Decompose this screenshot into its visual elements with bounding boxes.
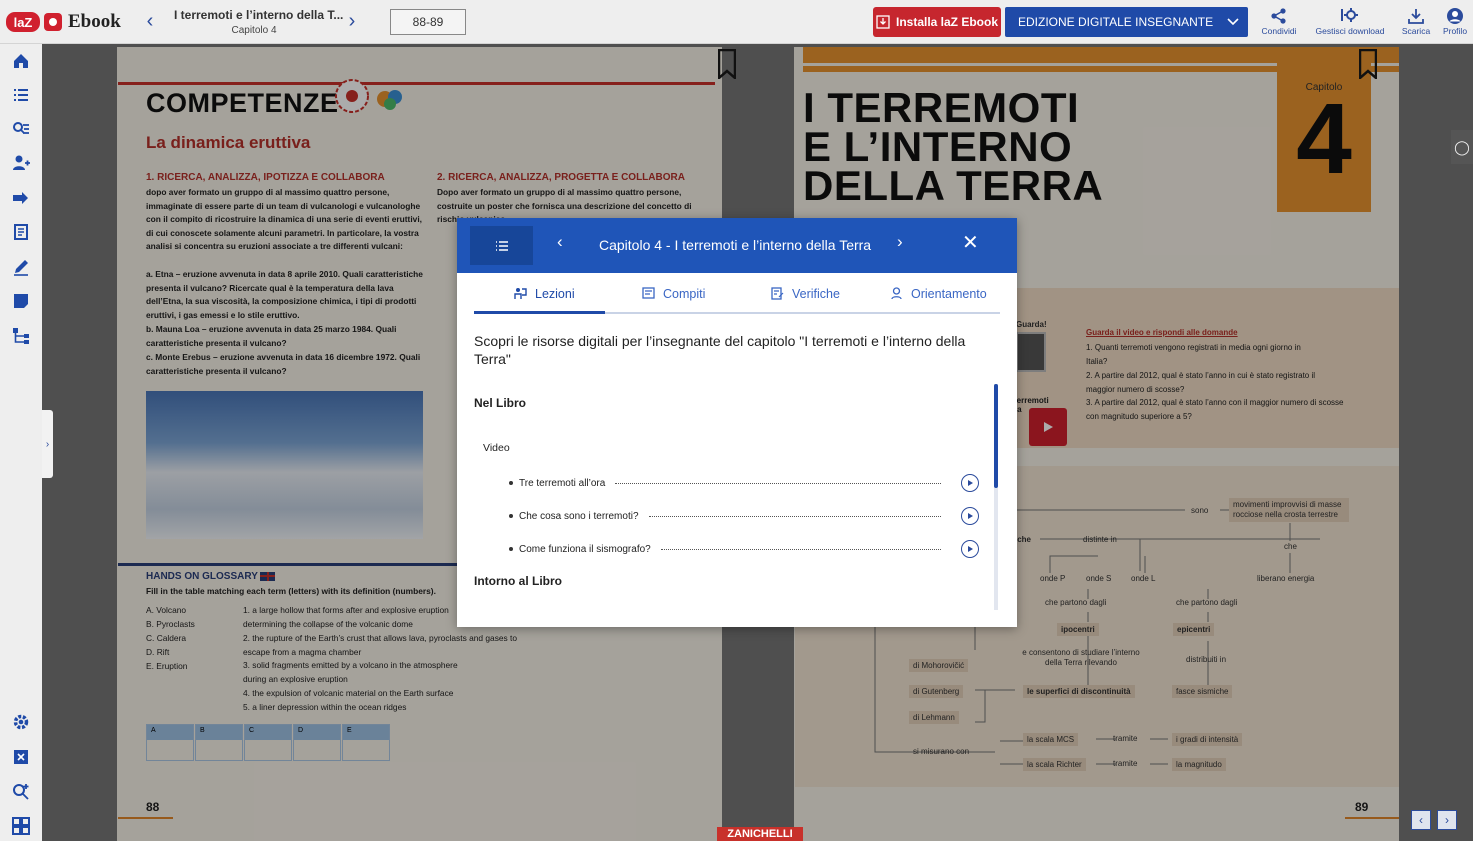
app-name: Ebook xyxy=(68,11,121,32)
tab-verifiche[interactable]: Verifiche xyxy=(771,273,840,314)
profile-icon xyxy=(1447,8,1463,24)
close-icon[interactable]: ✕ xyxy=(962,230,979,255)
manage-download-icon xyxy=(1341,8,1358,22)
share-label: Condividi xyxy=(1261,26,1297,36)
modal-menu-button[interactable] xyxy=(470,226,533,265)
previous-page-button[interactable]: ‹ xyxy=(140,10,160,33)
tab-lezioni[interactable]: Lezioni xyxy=(514,273,575,314)
list-icon[interactable] xyxy=(11,85,31,105)
modal-next-chapter-button[interactable]: › xyxy=(897,232,903,252)
pen-icon[interactable] xyxy=(11,257,31,277)
tab-label: Compiti xyxy=(663,286,706,301)
menu-list-icon xyxy=(495,240,508,251)
subsection-heading: Video xyxy=(483,442,510,454)
leader-dots xyxy=(648,515,941,517)
left-sidebar xyxy=(0,44,42,841)
play-icon[interactable] xyxy=(961,474,979,492)
bullet-icon xyxy=(509,514,513,518)
tests-icon xyxy=(771,287,784,300)
manage-download-button[interactable]: Gestisci download xyxy=(1310,6,1390,36)
search-list-icon[interactable] xyxy=(11,119,31,139)
scrollbar-thumb[interactable] xyxy=(994,384,998,488)
install-label: Installa laZ Ebook xyxy=(895,15,999,29)
app-logo[interactable]: laZ Ebook xyxy=(6,11,121,33)
play-icon[interactable] xyxy=(961,540,979,558)
ebook-logo-icon xyxy=(44,13,62,31)
active-tab-indicator xyxy=(474,311,605,314)
profile-button[interactable]: Profilo xyxy=(1440,6,1470,36)
video-item[interactable]: Che cosa sono i terremoti? xyxy=(509,506,979,526)
modal-intro-text: Scopri le risorse digitali per l’insegna… xyxy=(474,333,966,367)
page-number-input[interactable]: 88-89 xyxy=(390,9,466,35)
share-button[interactable]: Condividi xyxy=(1258,6,1300,36)
modal-title: Capitolo 4 - I terremoti e l’interno del… xyxy=(599,237,872,253)
resources-modal: ‹ Capitolo 4 - I terremoti e l’interno d… xyxy=(457,218,1017,627)
laz-logo: laZ xyxy=(6,12,40,32)
top-bar: laZ Ebook ‹ I terremoti e l’interno dell… xyxy=(0,0,1473,44)
install-button[interactable]: Installa laZ Ebook xyxy=(873,7,1001,37)
book-title: I terremoti e l’interno della T... xyxy=(174,8,344,22)
tab-compiti[interactable]: Compiti xyxy=(642,273,705,314)
orientation-icon xyxy=(891,287,902,300)
share-icon xyxy=(1271,8,1286,24)
download-label: Scarica xyxy=(1401,26,1431,36)
tab-label: Verifiche xyxy=(792,286,840,301)
install-icon xyxy=(876,15,890,29)
next-page-button[interactable]: › xyxy=(342,10,362,33)
chevron-right-icon: › xyxy=(45,438,50,450)
tree-icon[interactable] xyxy=(11,326,31,346)
video-title: Come funziona il sismografo? xyxy=(519,543,651,555)
download-icon xyxy=(1408,9,1424,24)
leader-dots xyxy=(660,548,941,550)
bullet-icon xyxy=(509,481,513,485)
tab-label: Orientamento xyxy=(911,286,987,301)
play-icon[interactable] xyxy=(961,507,979,525)
section-heading: Intorno al Libro xyxy=(474,574,562,588)
manage-download-label: Gestisci download xyxy=(1315,26,1385,36)
leader-dots xyxy=(615,482,941,484)
video-title: Che cosa sono i terremoti? xyxy=(519,510,639,522)
bullet-icon xyxy=(509,547,513,551)
next-spread-button[interactable]: › xyxy=(1437,810,1457,830)
globe-icon[interactable]: ◯ xyxy=(1451,130,1473,164)
edition-label: EDIZIONE DIGITALE INSEGNANTE xyxy=(1018,15,1214,29)
publisher-logo: ZANICHELLI xyxy=(717,827,803,841)
modal-prev-chapter-button[interactable]: ‹ xyxy=(557,232,563,252)
user-add-icon[interactable] xyxy=(11,153,31,173)
chapter-subtitle: Capitolo 4 xyxy=(231,25,277,36)
video-title: Tre terremoti all’ora xyxy=(519,477,606,489)
zoom-plus-icon[interactable] xyxy=(11,781,31,801)
modal-tabs: Lezioni Compiti Verifiche Orientamento xyxy=(474,273,1000,314)
prev-spread-button[interactable]: ‹ xyxy=(1411,810,1431,830)
edition-dropdown[interactable]: EDIZIONE DIGITALE INSEGNANTE xyxy=(1005,7,1248,37)
document-icon[interactable] xyxy=(11,222,31,242)
bookmark-right-icon[interactable] xyxy=(1359,49,1377,79)
zoom-icon[interactable] xyxy=(11,747,31,767)
home-icon[interactable] xyxy=(11,51,31,71)
arrow-tag-icon[interactable] xyxy=(11,188,31,208)
resources-list[interactable]: Nel Libro Video Tre terremoti all’ora Ch… xyxy=(474,384,994,610)
lessons-icon xyxy=(514,288,527,299)
tab-orientamento[interactable]: Orientamento xyxy=(890,273,987,314)
video-item[interactable]: Tre terremoti all’ora xyxy=(509,473,979,493)
chevron-down-icon xyxy=(1227,18,1239,26)
settings-icon[interactable] xyxy=(11,712,31,732)
section-heading: Nel Libro xyxy=(474,396,527,410)
grid-icon[interactable] xyxy=(11,816,31,836)
sidebar-expand-tab[interactable]: › xyxy=(42,410,53,478)
note-icon[interactable] xyxy=(11,291,31,311)
modal-header: ‹ Capitolo 4 - I terremoti e l’interno d… xyxy=(457,218,1017,273)
profile-label: Profilo xyxy=(1442,26,1468,36)
download-button[interactable]: Scarica xyxy=(1398,6,1434,36)
tasks-icon xyxy=(642,287,655,299)
video-item[interactable]: Come funziona il sismografo? xyxy=(509,539,979,559)
tab-label: Lezioni xyxy=(535,286,575,301)
bookmark-left-icon[interactable] xyxy=(718,49,736,79)
document-title: I terremoti e l’interno della T... Capit… xyxy=(174,8,344,36)
